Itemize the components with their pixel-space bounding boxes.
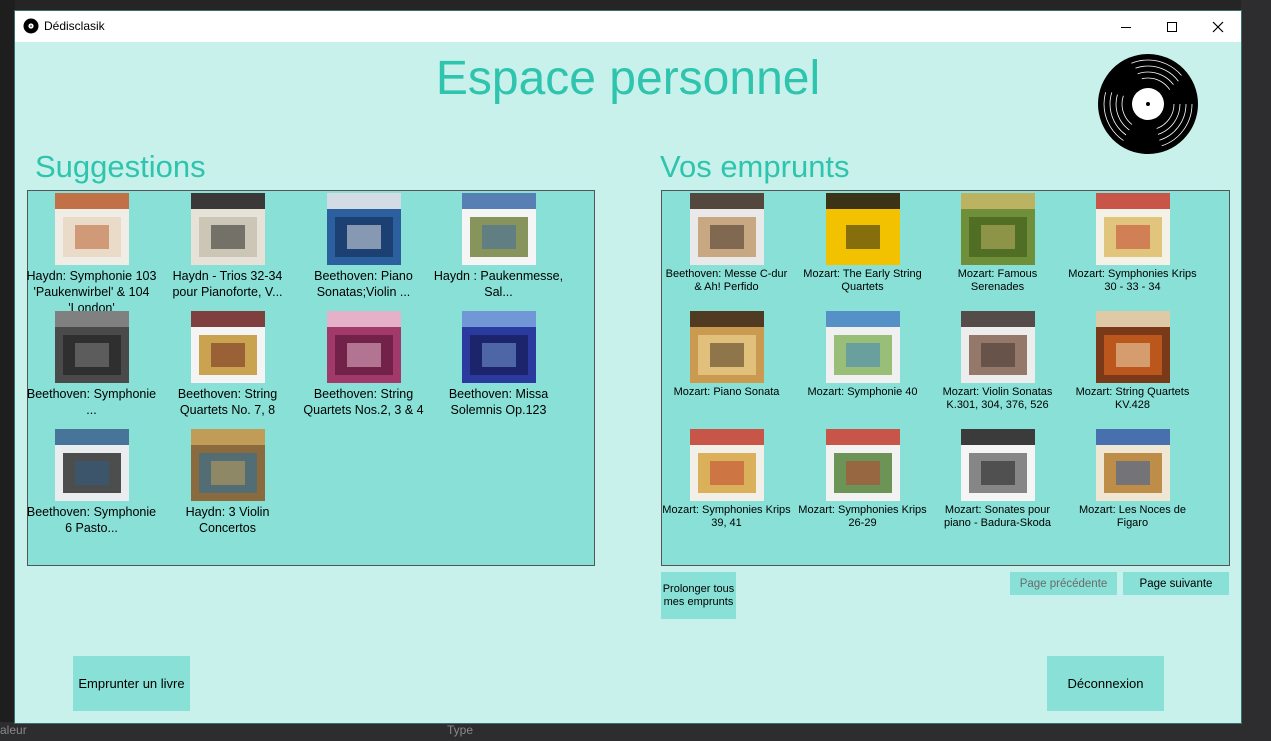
album-cover bbox=[960, 429, 1035, 501]
album-title: Mozart: Symphonies Krips 26-29 bbox=[798, 504, 927, 529]
album-title: Haydn: 3 Violin Concertos bbox=[185, 505, 270, 535]
album-cover bbox=[190, 311, 265, 383]
album-title: Haydn : Paukenmesse, Sal... bbox=[433, 269, 564, 299]
album-card[interactable]: Beethoven: Messe C-dur & Ah! Perfido bbox=[661, 193, 792, 294]
emprunts-title: Vos emprunts bbox=[660, 149, 850, 184]
album-title: Mozart: Symphonies Krips 39, 41 bbox=[662, 504, 791, 529]
window-title: Dédisclasik bbox=[44, 19, 105, 33]
emprunts-panel: Beethoven: Messe C-dur & Ah! Perfido Moza… bbox=[661, 190, 1230, 566]
album-card[interactable]: Mozart: Symphonie 40 bbox=[797, 311, 928, 399]
album-cover bbox=[960, 311, 1035, 383]
album-card[interactable]: Mozart: Les Noces de Figaro bbox=[1067, 429, 1198, 530]
album-title: Mozart: Violin Sonatas K.301, 304, 376, … bbox=[942, 386, 1053, 411]
vinyl-record-logo bbox=[1098, 54, 1198, 154]
suggestions-panel: Haydn: Symphonie 103 'Paukenwirbel' & 10… bbox=[27, 190, 595, 566]
album-title: Mozart: Piano Sonata bbox=[673, 386, 780, 398]
album-title: Mozart: Symphonies Krips 30 - 33 - 34 bbox=[1068, 268, 1197, 293]
album-title: Beethoven: Symphonie ... bbox=[26, 387, 157, 417]
album-card[interactable]: Mozart: Famous Serenades bbox=[932, 193, 1063, 294]
album-title: Mozart: Symphonie 40 bbox=[807, 386, 918, 398]
close-icon bbox=[1212, 21, 1224, 32]
ide-bottom-bar: aleur Type bbox=[0, 722, 1271, 741]
album-cover bbox=[1095, 429, 1170, 501]
album-cover bbox=[326, 193, 401, 265]
album-cover bbox=[825, 429, 900, 501]
album-cover bbox=[54, 193, 129, 265]
album-cover bbox=[1095, 311, 1170, 383]
page-suivante-button[interactable]: Page suivante bbox=[1123, 572, 1229, 595]
album-card[interactable]: Haydn - Trios 32-34 pour Pianoforte, V..… bbox=[162, 193, 293, 300]
ide-column-type: Type bbox=[447, 723, 474, 737]
ide-right-pane bbox=[1241, 0, 1271, 741]
album-card[interactable]: Beethoven: Symphonie ... bbox=[26, 311, 157, 418]
album-card[interactable]: Beethoven: Missa Solemnis Op.123 bbox=[433, 311, 564, 418]
album-title: Beethoven: String Quartets No. 7, 8 bbox=[177, 387, 278, 417]
page-title: Espace personnel bbox=[435, 52, 821, 105]
album-card[interactable]: Beethoven: Piano Sonatas;Violin ... bbox=[298, 193, 429, 300]
minimize-button[interactable] bbox=[1103, 11, 1149, 42]
album-cover bbox=[825, 193, 900, 265]
album-cover bbox=[689, 193, 764, 265]
album-card[interactable]: Mozart: Symphonies Krips 26-29 bbox=[797, 429, 928, 530]
album-title: Beethoven: String Quartets Nos.2, 3 & 4 bbox=[303, 387, 424, 417]
album-cover bbox=[461, 193, 536, 265]
album-cover bbox=[960, 193, 1035, 265]
maximize-icon bbox=[1167, 21, 1177, 32]
prolonger-button[interactable]: Prolonger tous mes emprunts bbox=[661, 572, 736, 619]
album-cover bbox=[54, 429, 129, 501]
app-window: Dédisclasik Espace personnel Suggestions… bbox=[15, 11, 1241, 723]
album-title: Beethoven: Missa Solemnis Op.123 bbox=[448, 387, 549, 417]
album-title: Mozart: Famous Serenades bbox=[957, 268, 1038, 293]
album-card[interactable]: Mozart: String Quartets KV.428 bbox=[1067, 311, 1198, 412]
album-cover bbox=[54, 311, 129, 383]
deconnexion-button[interactable]: Déconnexion bbox=[1047, 656, 1164, 711]
album-title: Mozart: The Early String Quartets bbox=[803, 268, 922, 293]
app-icon bbox=[23, 18, 39, 34]
album-card[interactable]: Haydn: Symphonie 103 'Paukenwirbel' & 10… bbox=[26, 193, 157, 316]
album-title: Beethoven: Messe C-dur & Ah! Perfido bbox=[665, 268, 788, 293]
album-cover bbox=[825, 311, 900, 383]
album-cover bbox=[689, 429, 764, 501]
suggestions-title: Suggestions bbox=[35, 149, 206, 184]
album-cover bbox=[190, 193, 265, 265]
album-title: Haydn: Symphonie 103 'Paukenwirbel' & 10… bbox=[26, 269, 157, 315]
album-card[interactable]: Beethoven: Symphonie 6 Pasto... bbox=[26, 429, 157, 536]
album-card[interactable]: Beethoven: String Quartets No. 7, 8 bbox=[162, 311, 293, 418]
album-cover bbox=[689, 311, 764, 383]
album-cover bbox=[326, 311, 401, 383]
emprunter-button[interactable]: Emprunter un livre bbox=[73, 656, 190, 711]
maximize-button[interactable] bbox=[1149, 11, 1195, 42]
album-title: Mozart: Les Noces de Figaro bbox=[1079, 504, 1186, 529]
album-card[interactable]: Mozart: Piano Sonata bbox=[661, 311, 792, 399]
album-title: Mozart: Sonates pour piano - Badura-Skod… bbox=[943, 504, 1051, 529]
album-title: Beethoven: Symphonie 6 Pasto... bbox=[26, 505, 157, 535]
page-precedente-button[interactable]: Page précédente bbox=[1010, 572, 1117, 595]
ide-left-pane bbox=[0, 0, 15, 741]
album-title: Mozart: String Quartets KV.428 bbox=[1075, 386, 1190, 411]
close-button[interactable] bbox=[1195, 11, 1241, 42]
album-title: Beethoven: Piano Sonatas;Violin ... bbox=[314, 269, 413, 299]
minimize-icon bbox=[1121, 26, 1131, 28]
title-bar: Dédisclasik bbox=[15, 11, 1241, 42]
album-cover bbox=[461, 311, 536, 383]
album-card[interactable]: Mozart: Violin Sonatas K.301, 304, 376, … bbox=[932, 311, 1063, 412]
album-title: Haydn - Trios 32-34 pour Pianoforte, V..… bbox=[172, 269, 283, 299]
album-card[interactable]: Mozart: The Early String Quartets bbox=[797, 193, 928, 294]
album-card[interactable]: Mozart: Sonates pour piano - Badura-Skod… bbox=[932, 429, 1063, 530]
album-card[interactable]: Haydn: 3 Violin Concertos bbox=[162, 429, 293, 536]
album-card[interactable]: Mozart: Symphonies Krips 39, 41 bbox=[661, 429, 792, 530]
album-card[interactable]: Mozart: Symphonies Krips 30 - 33 - 34 bbox=[1067, 193, 1198, 294]
album-card[interactable]: Haydn : Paukenmesse, Sal... bbox=[433, 193, 564, 300]
album-cover bbox=[1095, 193, 1170, 265]
album-card[interactable]: Beethoven: String Quartets Nos.2, 3 & 4 bbox=[298, 311, 429, 418]
album-cover bbox=[190, 429, 265, 501]
ide-column-value: aleur bbox=[0, 723, 27, 737]
